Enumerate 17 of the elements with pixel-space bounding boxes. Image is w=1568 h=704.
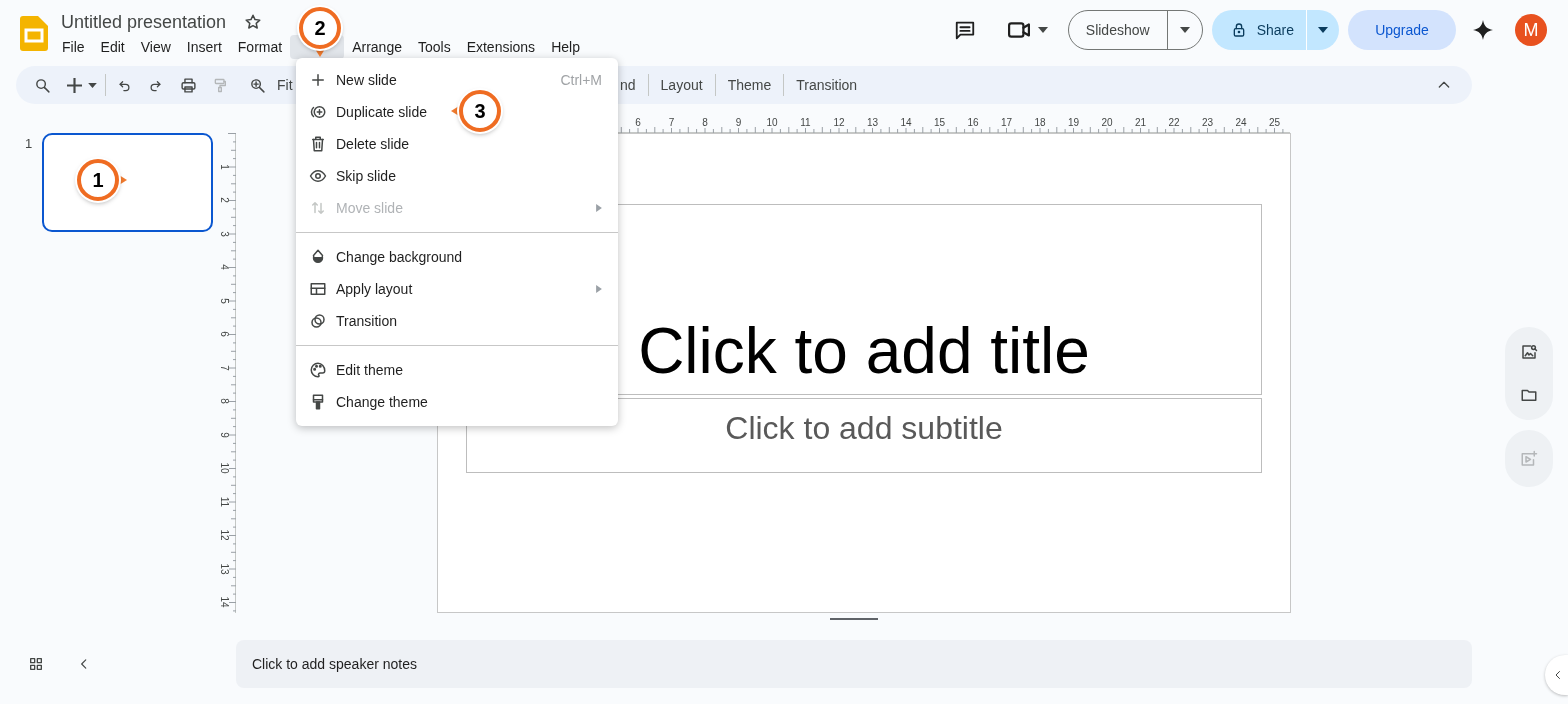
share-label: Share — [1256, 20, 1294, 40]
menu-option-label: Delete slide — [336, 134, 410, 154]
menu-option-label: Move slide — [336, 198, 403, 218]
ruler-number: 14 — [219, 595, 229, 609]
menu-option-label: New slide — [336, 70, 397, 90]
menu-option-label: Duplicate slide — [336, 102, 428, 122]
ruler-number: 13 — [219, 561, 229, 576]
ruler-number: 11 — [219, 494, 229, 509]
slide-number: 1 — [24, 137, 34, 150]
ruler-number: 12 — [219, 528, 229, 542]
menu-option-label: Apply layout — [336, 279, 413, 299]
shortcut-label: Ctrl+M — [560, 70, 602, 90]
menu-option-label: Skip slide — [336, 166, 396, 186]
menu-option-label: Edit theme — [336, 360, 403, 380]
menu-option-label: Transition — [336, 311, 397, 331]
ruler-number: 10 — [219, 461, 229, 475]
menu-option-label: Change theme — [336, 392, 428, 412]
